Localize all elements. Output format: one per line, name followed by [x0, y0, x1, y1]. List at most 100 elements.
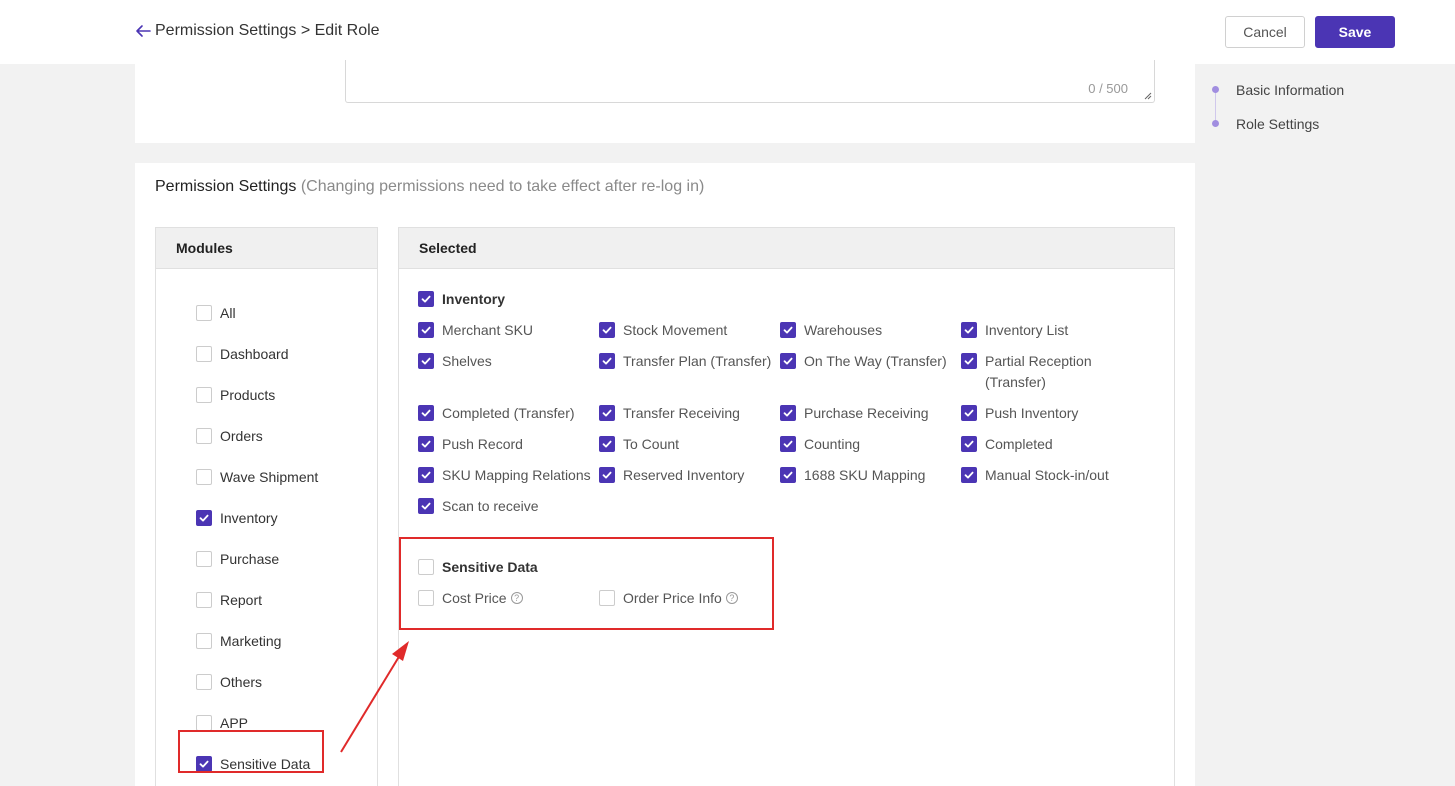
checkbox[interactable]: [196, 345, 212, 362]
permission-1688-sku-mapping[interactable]: 1688 SKU Mapping: [780, 465, 925, 486]
checkbox[interactable]: [599, 467, 615, 483]
checkbox[interactable]: [418, 291, 434, 307]
checkbox[interactable]: [961, 322, 977, 338]
highlight-box-sensitive-module: [178, 730, 324, 773]
section-title-text: Permission Settings: [155, 178, 297, 195]
module-label: All: [220, 304, 236, 321]
checkbox[interactable]: [418, 405, 434, 421]
permission-scan-to-receive[interactable]: Scan to receive: [418, 496, 539, 517]
permission-to-count[interactable]: To Count: [599, 434, 679, 455]
permission-on-the-way-transfer[interactable]: On The Way (Transfer): [780, 351, 947, 372]
permission-completed-transfer[interactable]: Completed (Transfer): [418, 403, 575, 424]
checkbox[interactable]: [418, 467, 434, 483]
back-link[interactable]: Permission Settings > Edit Role: [134, 22, 380, 40]
permission-stock-movement[interactable]: Stock Movement: [599, 320, 727, 341]
checkbox[interactable]: [196, 632, 212, 649]
module-item-orders[interactable]: Orders: [196, 415, 377, 456]
permission-label: Completed: [985, 436, 1053, 452]
resize-handle-icon[interactable]: [1143, 91, 1152, 100]
module-item-dashboard[interactable]: Dashboard: [196, 333, 377, 374]
anchor-role-settings[interactable]: Role Settings: [1205, 110, 1425, 144]
checkbox[interactable]: [780, 353, 796, 369]
module-label: Dashboard: [220, 345, 289, 362]
group-inventory[interactable]: Inventory: [418, 289, 505, 310]
checkbox[interactable]: [196, 427, 212, 444]
anchor-nav: Basic Information Role Settings: [1205, 76, 1425, 144]
permission-sku-mapping-relations[interactable]: SKU Mapping Relations: [418, 465, 591, 486]
anchor-label: Basic Information: [1236, 82, 1345, 98]
checkbox[interactable]: [196, 673, 212, 690]
permission-label: Push Record: [442, 436, 523, 452]
checkbox[interactable]: [196, 550, 212, 567]
selected-header: Selected: [399, 228, 1174, 269]
permission-completed[interactable]: Completed: [961, 434, 1131, 455]
module-item-products[interactable]: Products: [196, 374, 377, 415]
checkbox[interactable]: [780, 436, 796, 452]
save-button[interactable]: Save: [1315, 16, 1395, 48]
module-label: Orders: [220, 427, 263, 444]
checkbox[interactable]: [418, 353, 434, 369]
description-textarea[interactable]: 0 / 500: [345, 60, 1155, 103]
permission-label: Completed (Transfer): [442, 405, 575, 421]
module-item-all[interactable]: All: [196, 292, 377, 333]
checkbox[interactable]: [599, 436, 615, 452]
checkbox[interactable]: [418, 322, 434, 338]
permission-shelves[interactable]: Shelves: [418, 351, 492, 372]
checkbox[interactable]: [780, 405, 796, 421]
module-item-others[interactable]: Others: [196, 661, 377, 702]
cancel-button[interactable]: Cancel: [1225, 16, 1305, 48]
checkbox[interactable]: [961, 405, 977, 421]
checkbox[interactable]: [599, 322, 615, 338]
permission-label: Merchant SKU: [442, 322, 534, 338]
module-item-marketing[interactable]: Marketing: [196, 620, 377, 661]
permission-purchase-receiving[interactable]: Purchase Receiving: [780, 403, 929, 424]
module-item-report[interactable]: Report: [196, 579, 377, 620]
permission-label: On The Way (Transfer): [804, 353, 947, 369]
permission-label: To Count: [623, 436, 680, 452]
checkbox[interactable]: [599, 405, 615, 421]
checkbox[interactable]: [961, 436, 977, 452]
checkbox[interactable]: [196, 304, 212, 321]
checkbox[interactable]: [961, 467, 977, 483]
anchor-label: Role Settings: [1236, 116, 1320, 132]
permission-merchant-sku[interactable]: Merchant SKU: [418, 320, 533, 341]
module-label: Purchase: [220, 550, 280, 567]
permission-push-record[interactable]: Push Record: [418, 434, 523, 455]
permission-push-inventory[interactable]: Push Inventory: [961, 403, 1131, 424]
checkbox[interactable]: [196, 591, 212, 608]
module-label: Marketing: [220, 632, 282, 649]
permission-inventory-list[interactable]: Inventory List: [961, 320, 1131, 341]
permission-label: Push Inventory: [985, 405, 1079, 421]
checkbox[interactable]: [196, 386, 212, 403]
checkbox[interactable]: [780, 322, 796, 338]
permission-partial-reception-transfer[interactable]: Partial Reception (Transfer): [961, 351, 1131, 393]
checkbox[interactable]: [418, 498, 434, 514]
permission-manual-stock-in-out[interactable]: Manual Stock-in/out: [961, 465, 1131, 486]
permission-counting[interactable]: Counting: [780, 434, 860, 455]
module-item-wave-shipment[interactable]: Wave Shipment: [196, 456, 377, 497]
module-item-purchase[interactable]: Purchase: [196, 538, 377, 579]
permission-warehouses[interactable]: Warehouses: [780, 320, 882, 341]
permission-label: Purchase Receiving: [804, 405, 929, 421]
module-item-inventory[interactable]: Inventory: [196, 497, 377, 538]
checkbox[interactable]: [418, 436, 434, 452]
checkbox[interactable]: [961, 353, 977, 369]
permission-transfer-plan-transfer[interactable]: Transfer Plan (Transfer): [599, 351, 771, 372]
checkbox[interactable]: [196, 509, 212, 526]
char-counter: 0 / 500: [1088, 81, 1128, 96]
permission-label: SKU Mapping Relations: [442, 467, 591, 483]
permission-reserved-inventory[interactable]: Reserved Inventory: [599, 465, 744, 486]
anchor-basic-information[interactable]: Basic Information: [1205, 76, 1425, 110]
modules-panel: Modules All Dashboard Products Orders Wave S…: [155, 227, 378, 786]
anchor-dot-icon: [1212, 120, 1219, 127]
permission-label: 1688 SKU Mapping: [804, 467, 926, 483]
checkbox[interactable]: [196, 468, 212, 485]
permission-transfer-receiving[interactable]: Transfer Receiving: [599, 403, 740, 424]
module-label: Products: [220, 386, 276, 403]
anchor-dot-icon: [1212, 86, 1219, 93]
checkbox[interactable]: [599, 353, 615, 369]
checkbox[interactable]: [196, 714, 212, 731]
selected-panel: Selected Inventory Merchant SKU Stock Move…: [398, 227, 1175, 786]
modules-list: All Dashboard Products Orders Wave Shipment I…: [156, 269, 377, 784]
checkbox[interactable]: [780, 467, 796, 483]
